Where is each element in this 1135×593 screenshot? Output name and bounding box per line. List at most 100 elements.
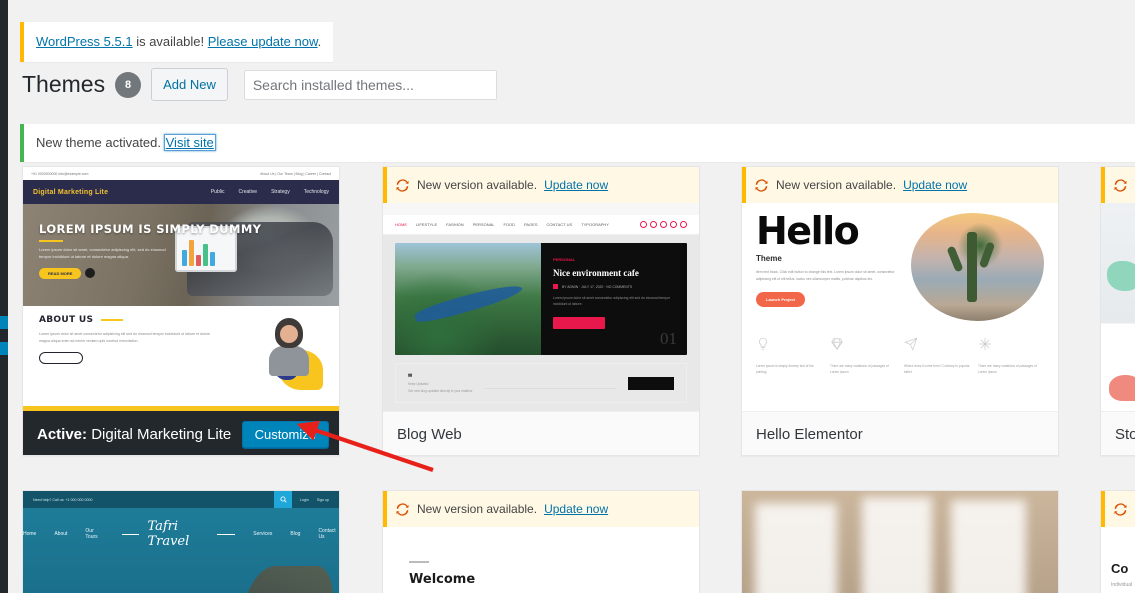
- mock-social-icons: [640, 221, 687, 228]
- sidebar-accent-2: [0, 342, 8, 355]
- theme-screenshot[interactable]: Hello Theme Item text block. Click edit …: [742, 203, 1058, 411]
- mock-menu-item: FASHION: [446, 222, 464, 227]
- theme-card-hello-elementor[interactable]: New version available. Update now Hello …: [741, 166, 1059, 456]
- mock-subscribe-title: ✉ Keep Updated Get new blog updates dire…: [408, 373, 473, 393]
- theme-name: Blog Web: [397, 426, 462, 443]
- mock-signup-link: Sign up: [316, 497, 329, 502]
- mock-hello-headline: Hello: [756, 209, 860, 253]
- snowflake-icon: [979, 338, 991, 350]
- mock-menu-item: HOME: [395, 222, 407, 227]
- mock-travel-page: Need help? Call us: +1 000 000 0000 Logi…: [23, 491, 339, 593]
- theme-card-blog-web[interactable]: New version available. Update now HOME L…: [382, 166, 700, 456]
- mock-menu-item: CONTACT US: [546, 222, 573, 227]
- theme-screenshot[interactable]: Need help? Call us: +1 000 000 0000 Logi…: [23, 491, 339, 593]
- mock-menu-item: Contact Us: [318, 528, 336, 540]
- update-icon: [1114, 178, 1127, 192]
- search-icon: [274, 491, 292, 508]
- update-notice-text: New version available.: [417, 502, 538, 516]
- admin-sidebar[interactable]: [0, 0, 8, 593]
- activated-notice-text: New theme activated.: [36, 135, 165, 150]
- mock-launch-button: Launch Project: [756, 291, 805, 307]
- customize-button[interactable]: Customize: [241, 420, 329, 448]
- wp-update-middle-text: is available!: [132, 34, 208, 49]
- mock-paragraph: Lorem ipsum dolor sit amet consectetur a…: [553, 296, 671, 307]
- mock-rock-right: [237, 566, 333, 593]
- mock-topbar-left: +91 0000000000 info@example.com: [31, 171, 89, 176]
- theme-card-digital-marketing-lite[interactable]: +91 0000000000 info@example.com About Us…: [22, 166, 340, 456]
- update-notice-text: New version available.: [776, 178, 897, 192]
- theme-screenshot[interactable]: Welcome: [383, 527, 699, 593]
- active-theme-name: Digital Marketing Lite: [91, 425, 232, 443]
- update-icon: [1114, 502, 1127, 516]
- mock-feature-row: Lorem ipsum is simply dummy text of the …: [756, 337, 1044, 375]
- update-now-link[interactable]: Update now: [544, 178, 608, 192]
- theme-screenshot[interactable]: HOME LIFESTYLE FASHION PERSONAL FOOD PAG…: [383, 203, 699, 411]
- search-themes-input[interactable]: [243, 69, 497, 100]
- mock-menu: HOME LIFESTYLE FASHION PERSONAL FOOD PAG…: [395, 222, 609, 227]
- mock-hero-paragraph: Lorem ipsum dolor sit amet, consectetur …: [39, 247, 166, 259]
- mock-menu-item: Blog: [290, 531, 301, 537]
- sidebar-accent-1: [0, 316, 8, 329]
- update-now-link[interactable]: Update now: [544, 502, 608, 516]
- please-update-now-link[interactable]: Please update now: [208, 34, 318, 49]
- active-theme-label: Active: Digital Marketing Lite: [37, 426, 231, 443]
- add-new-theme-button[interactable]: Add New: [151, 68, 228, 102]
- theme-count-badge: 8: [115, 71, 142, 98]
- wp-update-end-text: .: [317, 34, 322, 49]
- mock-menu-item: Home: [23, 531, 37, 537]
- wordpress-version-link[interactable]: WordPress 5.5.1: [36, 34, 133, 49]
- mock-hero-slider: PERSONAL Nice environment cafe BY ADMIN …: [395, 243, 687, 355]
- mock-menu-item: PERSONAL: [472, 222, 495, 227]
- mock-person-illustration: [247, 314, 325, 392]
- update-notice-text: New version available.: [417, 178, 538, 192]
- mock-hero-left: Hello Theme Item text block. Click edit …: [756, 209, 901, 321]
- mock-subscribe-input: [484, 378, 616, 389]
- mock-brand: Tafri Travel: [122, 519, 236, 549]
- mock-yellow-strip: Digital Marketing and Your Business: [23, 406, 339, 411]
- mock-welcome-page: Welcome: [383, 527, 699, 593]
- mock-meta: BY ADMIN · JULY 17, 2020 · NO COMMENTS: [553, 284, 675, 289]
- mock-login-link: Login: [300, 497, 309, 502]
- mock-topbar: Need help? Call us: +1 000 000 0000 Logi…: [23, 491, 339, 508]
- mock-partial-sub: Individual: [1111, 582, 1133, 588]
- mock-hero: Hello Theme Item text block. Click edit …: [756, 209, 1044, 321]
- theme-update-notice: New version available. Update now: [383, 167, 699, 203]
- theme-name: Sto: [1115, 426, 1135, 443]
- mock-window-2: [862, 496, 932, 593]
- mock-hero-button-label: READ MORE: [39, 267, 82, 279]
- mock-topbar: +91 0000000000 info@example.com About Us…: [23, 167, 339, 180]
- mock-cactus-image: [910, 213, 1044, 321]
- mock-cta-button: [553, 316, 605, 329]
- mock-menu-item: FOOD: [503, 222, 516, 227]
- theme-screenshot[interactable]: [1101, 203, 1135, 411]
- theme-update-notice: New version available. Update now: [742, 167, 1058, 203]
- update-now-link[interactable]: Update now: [903, 178, 967, 192]
- mock-menu-item: Creative: [238, 189, 258, 195]
- mock-hero: LOREM IPSUM IS SIMPLY DUMMY Lorem ipsum …: [23, 204, 339, 306]
- theme-screenshot[interactable]: +91 0000000000 info@example.com About Us…: [23, 167, 339, 411]
- mock-kicker: PERSONAL: [553, 257, 576, 262]
- mock-menu-item: Strategy: [271, 189, 290, 195]
- theme-card-welcome[interactable]: New version available. Update now Welcom…: [382, 490, 700, 593]
- theme-screenshot[interactable]: [742, 491, 1058, 593]
- mock-hero-image: [395, 243, 541, 355]
- mock-topbar-right: About Us | Our Team | Blog | Career | Co…: [260, 171, 331, 176]
- mock-hello-text: Item text block. Click edit button to ch…: [756, 270, 895, 281]
- theme-card-plant-photo[interactable]: [741, 490, 1059, 593]
- update-icon: [396, 502, 409, 516]
- mock-hello-page: Hello Theme Item text block. Click edit …: [742, 203, 1058, 411]
- visit-site-link[interactable]: Visit site: [163, 134, 216, 151]
- mock-hero-text: LOREM IPSUM IS SIMPLY DUMMY Lorem ipsum …: [39, 222, 261, 280]
- mock-menu: Public Creative Strategy Technology: [211, 189, 329, 195]
- theme-name: Hello Elementor: [756, 426, 863, 443]
- theme-update-notice: New version available. Update now: [1101, 491, 1135, 527]
- wordpress-update-notice: WordPress 5.5.1 is available! Please upd…: [20, 22, 334, 62]
- theme-card-partial-co[interactable]: New version available. Update now Co Ind…: [1100, 490, 1135, 593]
- theme-card-partial-sto[interactable]: New version available. Update now Sto: [1100, 166, 1135, 456]
- theme-card-tafri-travel[interactable]: Need help? Call us: +1 000 000 0000 Logi…: [22, 490, 340, 593]
- mock-blob-green: [1107, 261, 1135, 291]
- theme-screenshot[interactable]: Co Individual: [1101, 527, 1135, 593]
- theme-update-notice: New version available. Update now: [1101, 167, 1135, 203]
- mock-subscribe-button: [628, 376, 674, 390]
- mock-partial-art: [1101, 203, 1135, 411]
